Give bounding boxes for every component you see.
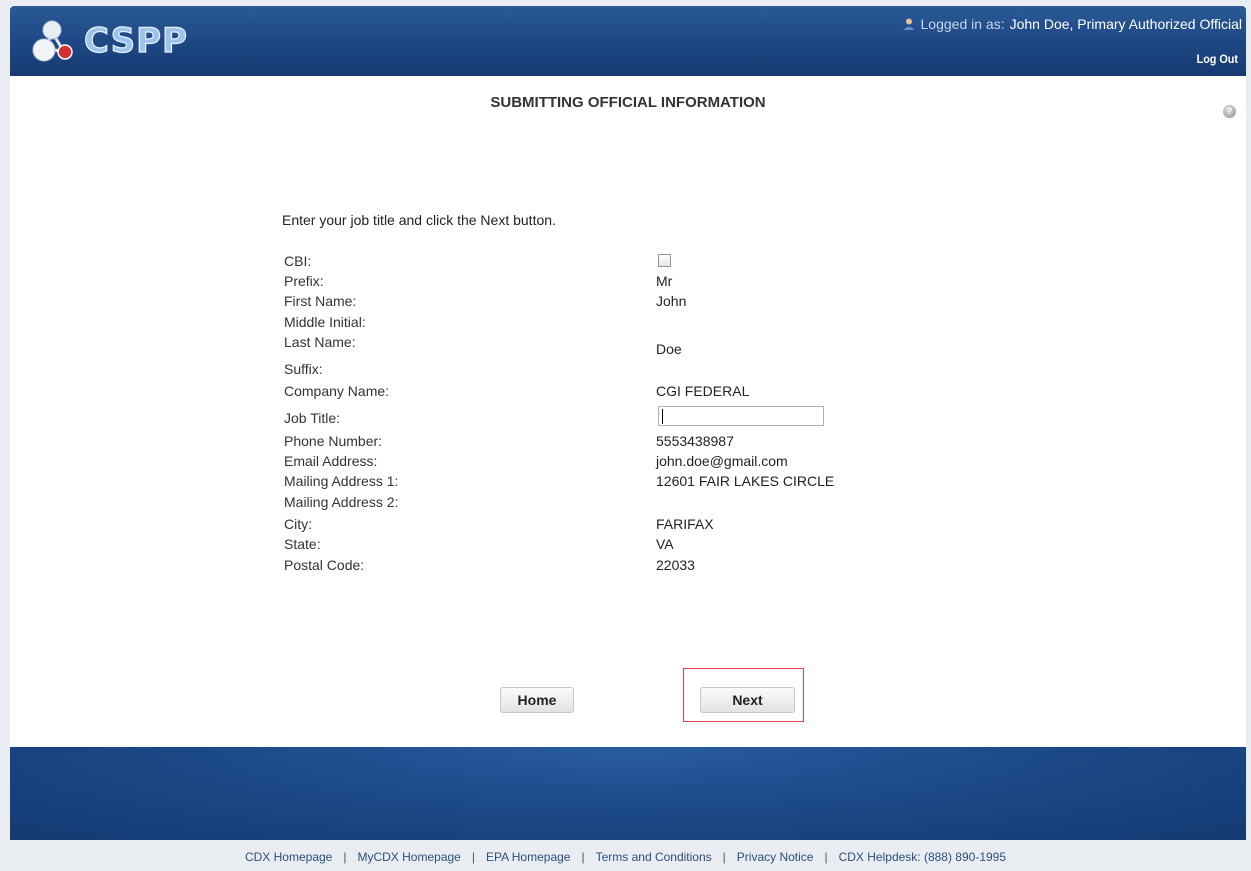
form-row-email: Email Address: john.doe@gmail.com (284, 451, 924, 471)
form-row-cbi: CBI: (284, 251, 924, 271)
job-title-label: Job Title: (284, 410, 341, 426)
footer-link-terms[interactable]: Terms and Conditions (596, 850, 712, 864)
logged-in-prefix: Logged in as: (920, 16, 1005, 32)
logo-text: CSPP (83, 20, 188, 61)
cspp-logo[interactable]: CSPP (30, 18, 188, 64)
footer-link-helpdesk[interactable]: CDX Helpdesk: (888) 890-1995 (839, 850, 1006, 864)
postal-code-label: Postal Code: (284, 557, 365, 573)
form-row-suffix: Suffix: (284, 359, 924, 379)
page-frame: CSPP Logged in as: John Doe, Primary Aut… (10, 6, 1246, 840)
first-name-label: First Name: (284, 293, 357, 309)
footer-link-cdx-homepage[interactable]: CDX Homepage (245, 850, 332, 864)
form-row-mailing-address-1: Mailing Address 1: 12601 FAIR LAKES CIRC… (284, 471, 924, 491)
help-icon[interactable]: ? (1223, 105, 1236, 118)
prefix-value: Mr (656, 273, 673, 289)
molecule-logo-icon (30, 18, 90, 64)
footer-separator: | (824, 850, 828, 864)
cbi-checkbox[interactable] (658, 254, 671, 267)
postal-code-value: 22033 (656, 557, 695, 573)
form-row-phone: Phone Number: 5553438987 (284, 431, 924, 451)
logged-in-info: Logged in as: John Doe, Primary Authoriz… (902, 16, 1242, 32)
state-label: State: (284, 536, 321, 552)
suffix-label: Suffix: (284, 361, 323, 377)
form-row-state: State: VA (284, 534, 924, 554)
job-title-input[interactable] (658, 406, 824, 426)
text-cursor (662, 409, 663, 424)
form-row-postal-code: Postal Code: 22033 (284, 555, 924, 575)
company-name-label: Company Name: (284, 383, 390, 399)
footer-link-privacy[interactable]: Privacy Notice (737, 850, 814, 864)
footer-separator: | (581, 850, 585, 864)
form-row-middle-initial: Middle Initial: (284, 312, 924, 332)
city-value: FARIFAX (656, 516, 714, 532)
phone-label: Phone Number: (284, 433, 383, 449)
cbi-label: CBI: (284, 253, 312, 269)
footer-separator: | (722, 850, 726, 864)
mailing-address-1-label: Mailing Address 1: (284, 473, 399, 489)
form-row-first-name: First Name: John (284, 291, 924, 311)
instruction-text: Enter your job title and click the Next … (282, 212, 556, 228)
last-name-label: Last Name: (284, 334, 356, 350)
next-button[interactable]: Next (700, 687, 795, 713)
footer-separator: | (343, 850, 347, 864)
footer-links: CDX Homepage | MyCDX Homepage | EPA Homepage… (0, 850, 1251, 864)
form-row-company-name: Company Name: CGI FEDERAL (284, 381, 924, 401)
header-bar: CSPP Logged in as: John Doe, Primary Aut… (10, 6, 1246, 76)
city-label: City: (284, 516, 312, 532)
form-row-prefix: Prefix: Mr (284, 271, 924, 291)
logout-link[interactable]: Log Out (1197, 52, 1238, 66)
last-name-value: Doe (656, 341, 682, 357)
phone-value: 5553438987 (656, 433, 734, 449)
footer-link-epa-homepage[interactable]: EPA Homepage (486, 850, 571, 864)
company-name-value: CGI FEDERAL (656, 383, 750, 399)
form-row-job-title-field: Job Title: (284, 406, 924, 428)
email-label: Email Address: (284, 453, 378, 469)
footer-band (10, 747, 1246, 840)
form-row-mailing-address-2: Mailing Address 2: (284, 492, 924, 512)
mailing-address-1-value: 12601 FAIR LAKES CIRCLE (656, 473, 835, 489)
prefix-label: Prefix: (284, 273, 324, 289)
mailing-address-2-label: Mailing Address 2: (284, 494, 399, 510)
footer-link-mycdx-homepage[interactable]: MyCDX Homepage (357, 850, 460, 864)
user-name: John Doe, Primary Authorized Official (1009, 16, 1242, 32)
page-title: SUBMITTING OFFICIAL INFORMATION (490, 94, 766, 111)
home-button[interactable]: Home (500, 687, 574, 713)
state-value: VA (656, 536, 674, 552)
form-row-last-name: Last Name: Doe (284, 332, 924, 357)
first-name-value: John (656, 293, 687, 309)
email-value: john.doe@gmail.com (656, 453, 788, 469)
footer-separator: | (471, 850, 475, 864)
user-icon (903, 18, 915, 30)
middle-initial-label: Middle Initial: (284, 314, 366, 330)
form-row-city: City: FARIFAX (284, 514, 924, 534)
